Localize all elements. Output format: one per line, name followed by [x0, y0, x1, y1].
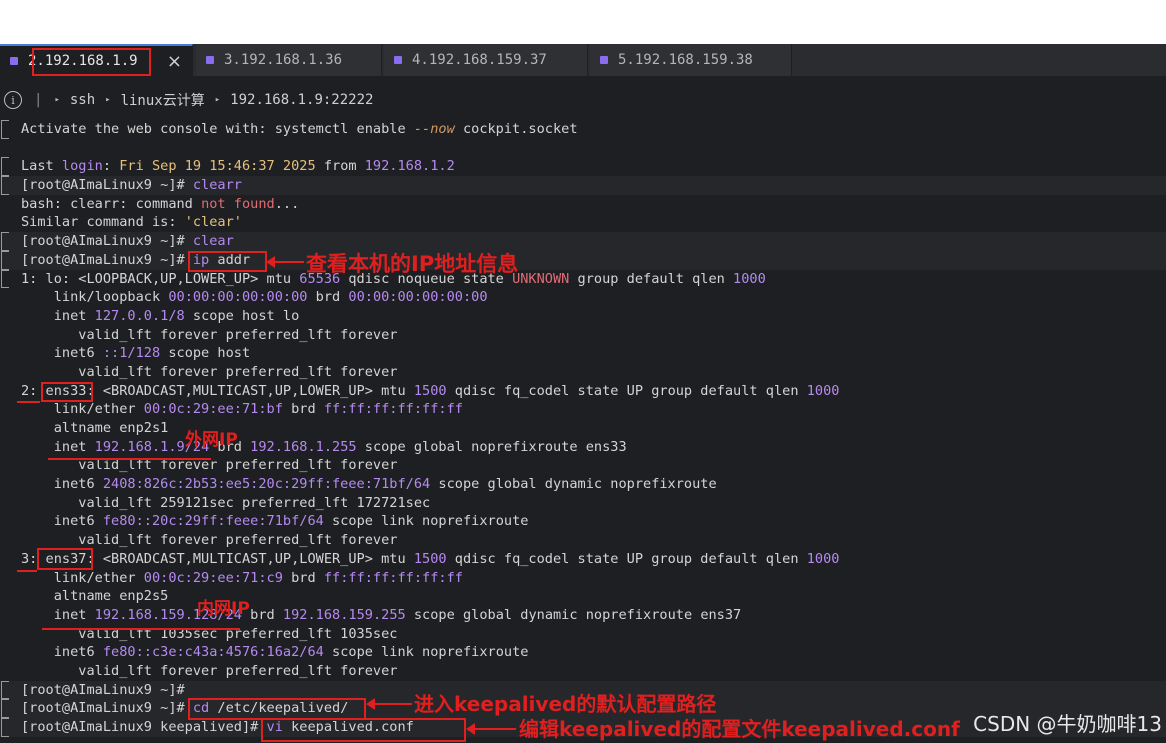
terminal-line: altname enp2s5 [21, 588, 169, 605]
terminal-line: valid_lft forever preferred_lft forever [21, 363, 398, 380]
breadcrumb-item-host[interactable]: 192.168.1.9:22222 [230, 92, 373, 108]
arrow-left-icon [366, 698, 412, 710]
terminal-output[interactable]: Activate the web console with: systemctl… [0, 120, 1166, 743]
terminal-line: inet6 ::1/128 scope host [21, 345, 251, 362]
terminal-line: valid_lft forever preferred_lft forever [21, 326, 398, 343]
terminal-line: 2: ens33: <BROADCAST,MULTICAST,UP,LOWER_… [21, 382, 840, 399]
external-ip-annotation: 外网IP [185, 430, 238, 450]
tab-192-168-159-38[interactable]: 5.192.168.159.38 [590, 44, 792, 76]
line-gutter-marker [1, 232, 9, 251]
tab-192-168-1-9[interactable]: 2.192.168.1.9 × [0, 44, 193, 76]
terminal-line: link/ether 00:0c:29:ee:71:c9 brd ff:ff:f… [21, 569, 463, 586]
breadcrumb-divider: | [34, 92, 43, 108]
terminal-line: valid_lft forever preferred_lft forever [21, 532, 398, 549]
close-icon[interactable]: × [167, 51, 182, 72]
terminal-line: [root@AImaLinux9 ~]# clear [0, 232, 1166, 251]
terminal-line: link/loopback 00:00:00:00:00:00 brd 00:0… [21, 289, 488, 306]
session-color-icon [10, 57, 18, 65]
line-gutter-marker [1, 680, 9, 700]
terminal-line: [root@AImaLinux9 ~]# ip addr [0, 250, 1166, 270]
terminal-line: bash: clearr: command not found... [21, 195, 300, 212]
terminal-line: 1: lo: <LOOPBACK,UP,LOWER_UP> mtu 65536 … [0, 269, 1166, 289]
tab-label: 3.192.168.1.36 [224, 52, 343, 68]
terminal-line: inet 192.168.1.9/24 brd 192.168.1.255 sc… [21, 438, 627, 455]
line-gutter-marker [1, 718, 9, 737]
terminal-line: inet 192.168.159.128/24 brd 192.168.159.… [21, 606, 742, 623]
terminal-line: inet6 2408:826c:2b53:ee5:20c:29ff:feee:7… [21, 476, 717, 493]
ip-addr-annotation: 查看本机的IP地址信息 [306, 252, 519, 276]
external-ip-underline [48, 458, 211, 460]
arrow-left-icon [266, 256, 304, 268]
chevron-right-icon: ▸ [105, 95, 111, 105]
top-blank-area [0, 0, 1166, 44]
line-gutter-marker [1, 157, 9, 177]
session-color-icon [394, 56, 402, 64]
terminal-line: Activate the web console with: systemctl… [0, 120, 1166, 139]
chevron-right-icon: ▸ [54, 95, 60, 105]
terminal-line: altname enp2s1 [21, 420, 169, 436]
terminal-line: link/ether 00:0c:29:ee:71:bf brd ff:ff:f… [21, 401, 463, 418]
arrow-left-icon [466, 723, 516, 735]
line-gutter-marker [1, 699, 9, 718]
tab-label: 2.192.168.1.9 [28, 53, 138, 69]
ens37-index-underline [17, 570, 37, 572]
terminal-line: inet6 fe80::c3e:c43a:4576:16a2/64 scope … [21, 644, 529, 661]
session-color-icon [600, 56, 608, 64]
terminal-line: valid_lft 259121sec preferred_lft 172721… [21, 494, 431, 511]
tab-192-168-159-37[interactable]: 4.192.168.159.37 [384, 44, 588, 76]
session-color-icon [206, 56, 214, 64]
terminal-line: valid_lft forever preferred_lft forever [21, 662, 398, 679]
session-tab-bar: 2.192.168.1.9 × 3.192.168.1.36 4.192.168… [0, 44, 1166, 76]
chevron-right-icon: ▸ [214, 95, 221, 105]
terminal-line: Last login: Fri Sep 19 15:46:37 2025 fro… [0, 157, 1166, 177]
terminal-line: inet 127.0.0.1/8 scope host lo [21, 307, 300, 324]
line-gutter-marker [1, 250, 9, 270]
breadcrumb-item-group[interactable]: linux云计算 [121, 90, 205, 110]
terminal-line: Similar command is: 'clear' [21, 214, 242, 231]
line-gutter-marker [1, 269, 9, 289]
tab-label: 5.192.168.159.38 [618, 52, 753, 68]
line-gutter-marker [1, 120, 9, 139]
tab-192-168-1-36[interactable]: 3.192.168.1.36 [196, 44, 382, 76]
vi-annotation: 编辑keepalived的配置文件keepalived.conf [519, 717, 960, 741]
internal-ip-annotation: 内网IP [197, 599, 250, 619]
internal-ip-underline [42, 628, 240, 630]
terminal-line: 3: ens37: <BROADCAST,MULTICAST,UP,LOWER_… [21, 550, 840, 567]
terminal-line: [root@AImaLinux9 ~]# clearr [0, 176, 1166, 195]
watermark: CSDN @牛奶咖啡13 [973, 712, 1162, 736]
terminal-line: inet6 fe80::20c:29ff:feee:71bf/64 scope … [21, 513, 529, 530]
breadcrumb-item-ssh[interactable]: ssh [70, 92, 95, 108]
breadcrumb: i | ▸ ssh ▸ linux云计算 ▸ 192.168.1.9:22222 [0, 85, 1166, 115]
info-icon[interactable]: i [4, 91, 22, 109]
line-gutter-marker [1, 176, 9, 195]
ens33-index-underline [17, 401, 40, 403]
tab-label: 4.192.168.159.37 [412, 52, 547, 68]
